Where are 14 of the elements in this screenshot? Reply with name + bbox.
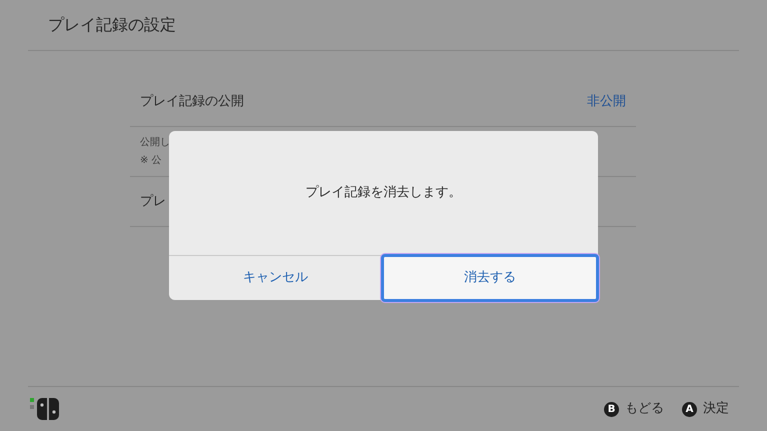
hint-label[interactable]: 決定 — [703, 399, 729, 419]
button-glyph-icon: B — [604, 402, 619, 416]
setting-value: 非公開 — [587, 92, 626, 111]
setting-label[interactable]: プレ — [140, 192, 166, 212]
dialog-button[interactable]: 消去する — [380, 254, 599, 302]
note-text: ※ 公 — [140, 154, 162, 168]
controller-icon — [30, 397, 62, 421]
hint-label[interactable]: もどる — [625, 399, 664, 419]
page-title: プレイ記録の設定 — [48, 14, 176, 36]
note-text: 公開し — [140, 136, 170, 150]
dialog-message: プレイ記録を消去します。 — [306, 184, 462, 202]
setting-label[interactable]: プレイ記録の公開 — [140, 92, 244, 112]
dialog-button[interactable]: キャンセル — [169, 256, 382, 300]
button-glyph-icon: A — [682, 402, 697, 416]
